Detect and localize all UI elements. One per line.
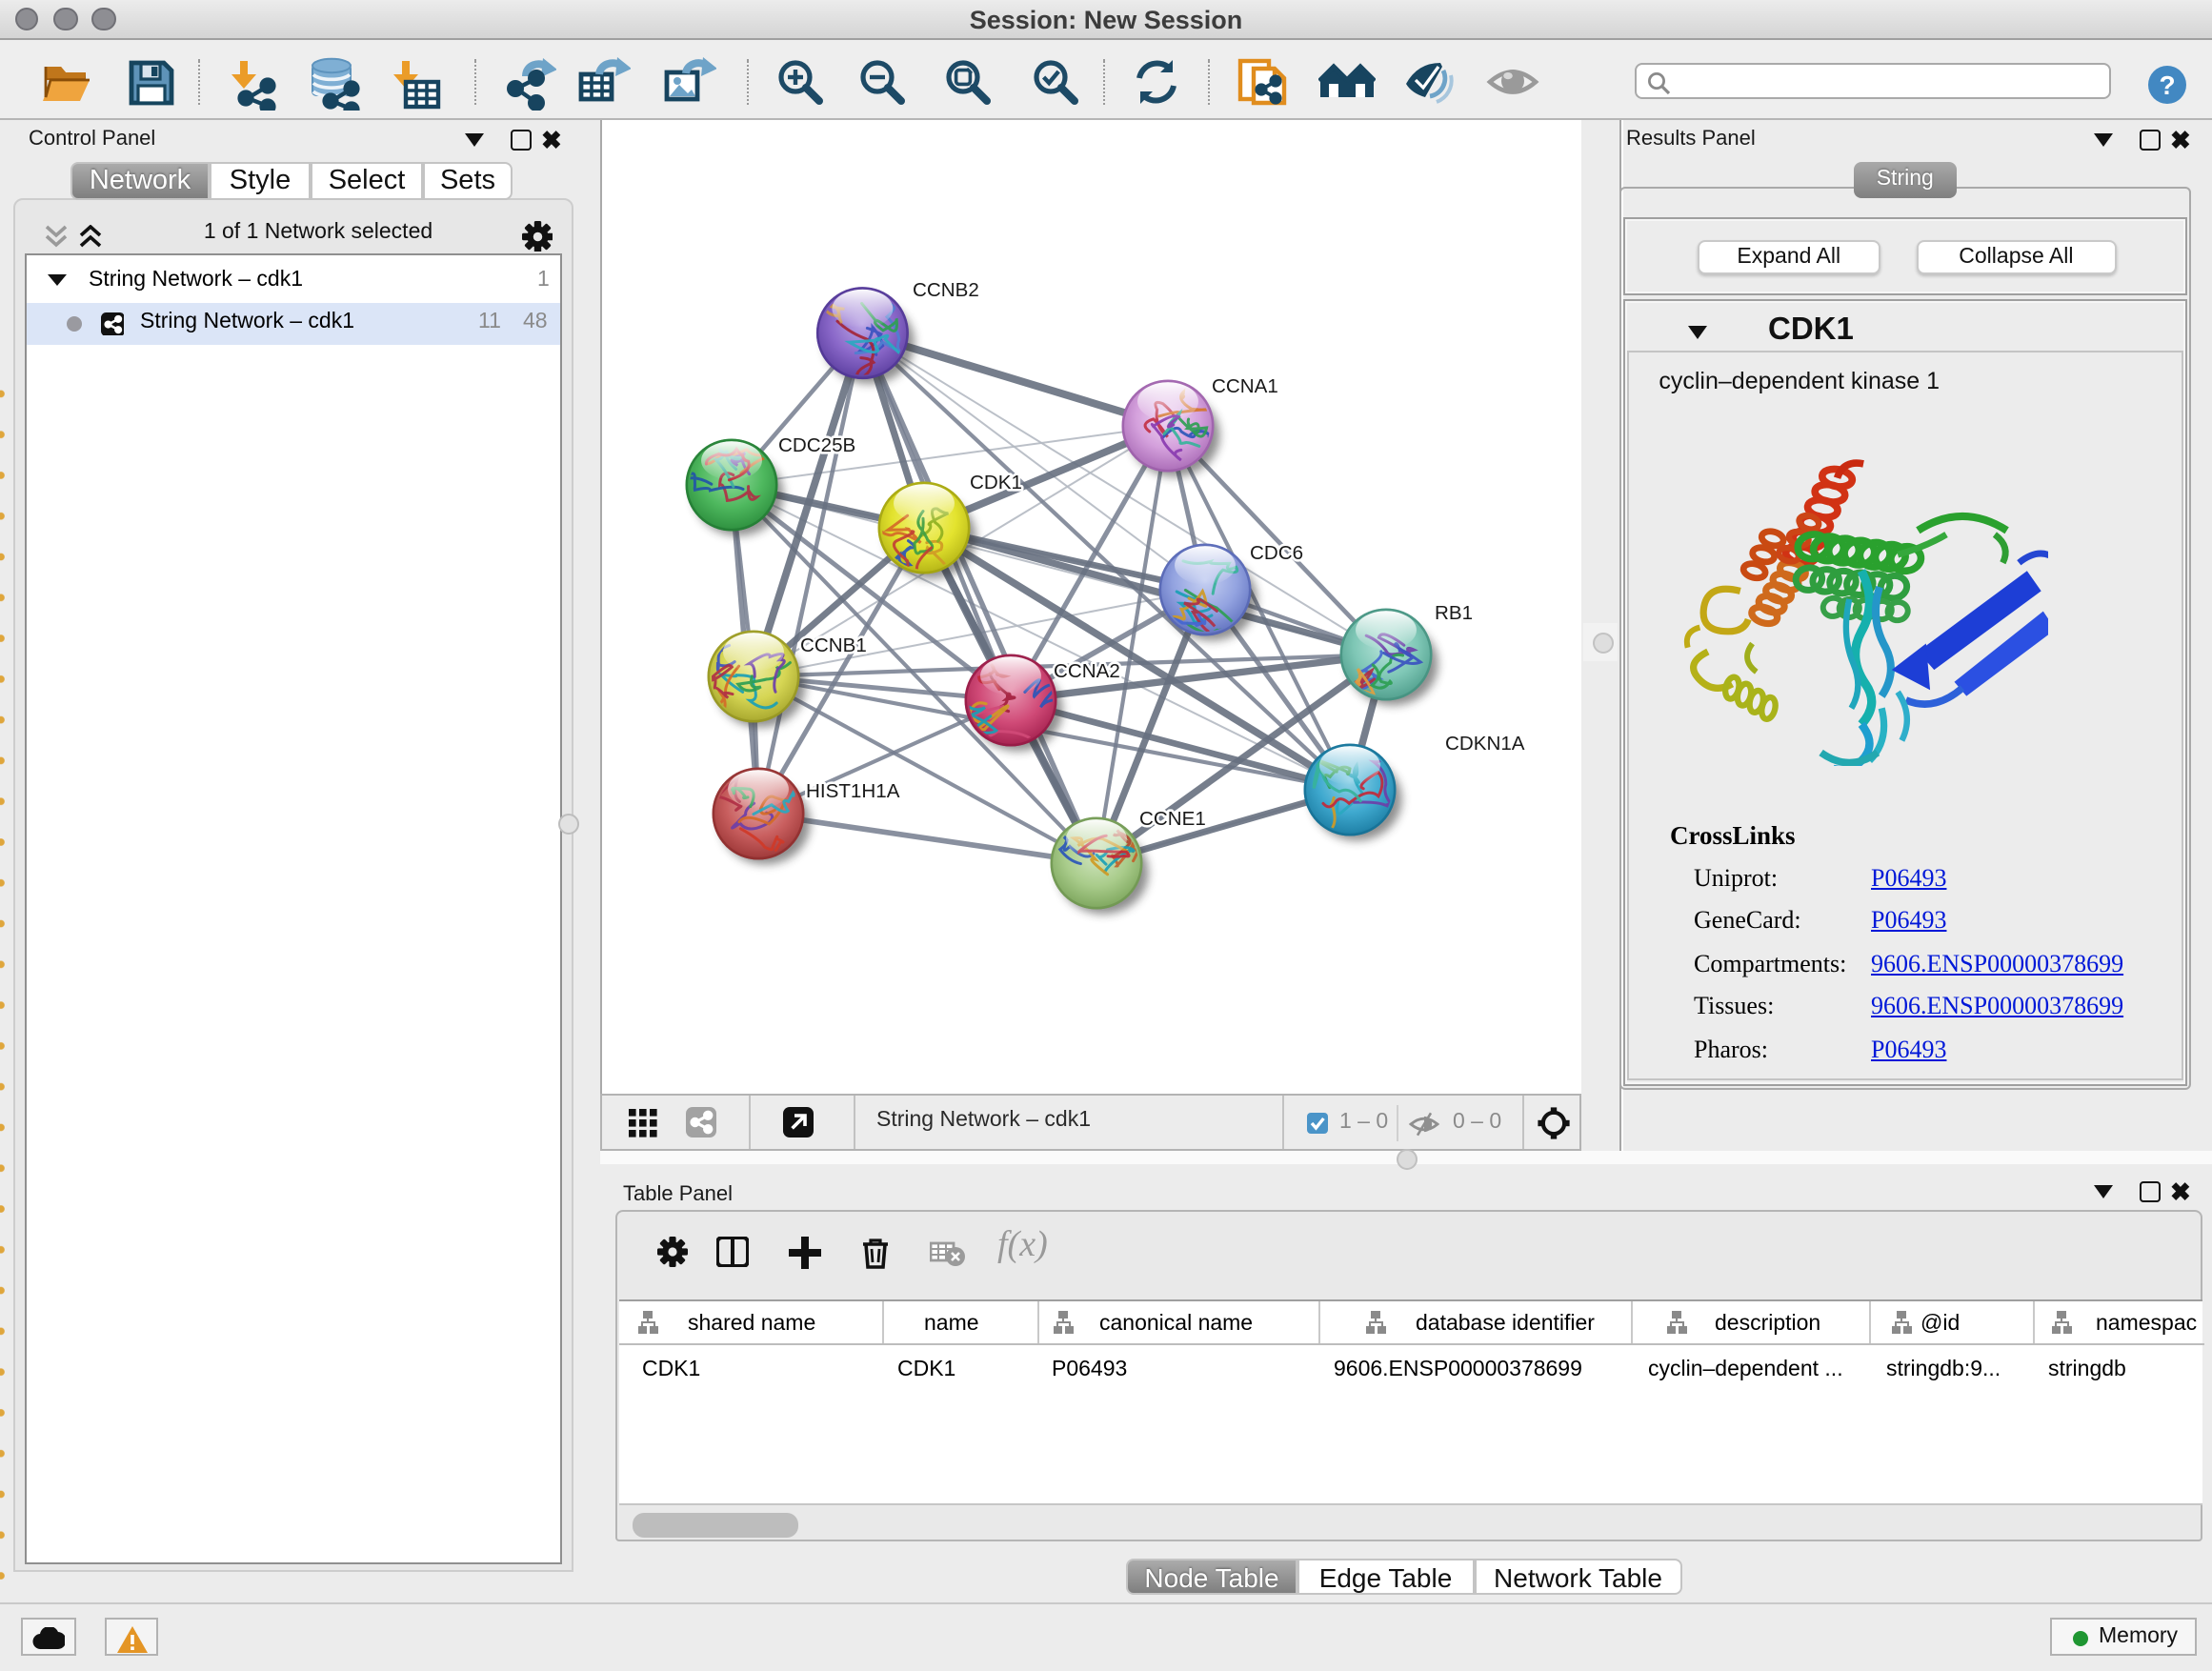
svg-text:namespac: namespac (2095, 1310, 2196, 1335)
svg-text:CCNE1: CCNE1 (1139, 807, 1206, 829)
svg-text:CCNA2: CCNA2 (1054, 659, 1120, 681)
svg-text:CDK1: CDK1 (641, 1356, 699, 1380)
svg-text:name: name (923, 1310, 978, 1335)
svg-text:stringdb: stringdb (2047, 1356, 2125, 1380)
svg-text:database identifier: database identifier (1415, 1310, 1594, 1335)
svg-text:RB1: RB1 (1435, 601, 1473, 623)
svg-text:stringdb:9...: stringdb:9... (1885, 1356, 2000, 1380)
svg-text:cyclin–dependent ...: cyclin–dependent ... (1647, 1356, 1842, 1380)
svg-text:CDC6: CDC6 (1250, 541, 1303, 563)
svg-text:shared name: shared name (687, 1310, 814, 1335)
svg-text:canonical name: canonical name (1098, 1310, 1252, 1335)
svg-text:9606.ENSP00000378699: 9606.ENSP00000378699 (1333, 1356, 1581, 1380)
svg-text:HIST1H1A: HIST1H1A (806, 779, 900, 801)
svg-text:@id: @id (1920, 1310, 1959, 1335)
svg-text:CDK1: CDK1 (896, 1356, 955, 1380)
svg-text:CDK1: CDK1 (970, 471, 1022, 493)
svg-text:?: ? (2159, 70, 2175, 99)
svg-text:CCNB1: CCNB1 (800, 634, 867, 655)
svg-text:P06493: P06493 (1051, 1356, 1126, 1380)
svg-text:CDKN1A: CDKN1A (1445, 732, 1525, 754)
svg-text:CCNB2: CCNB2 (913, 278, 979, 300)
svg-text:CDC25B: CDC25B (778, 433, 855, 455)
svg-text:description: description (1714, 1310, 1820, 1335)
svg-text:CCNA1: CCNA1 (1212, 374, 1278, 396)
